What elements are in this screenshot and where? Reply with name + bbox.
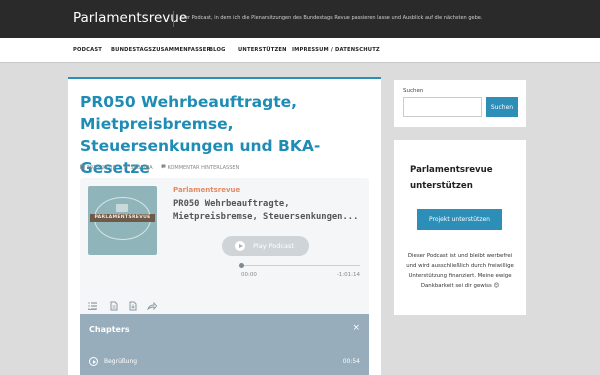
chapter-time: 00:54 — [342, 358, 360, 365]
post-meta: 2025-06-09 SABRINA KOMMENTAR HINTERLASSE… — [80, 164, 239, 171]
search-input[interactable] — [403, 97, 482, 117]
nav-item-bundestagszusammenfasser[interactable]: BUNDESTAGSZUSAMMENFASSER — [111, 47, 211, 53]
leave-comment-link[interactable]: KOMMENTAR HINTERLASSEN — [167, 165, 239, 171]
share-icon[interactable] — [147, 296, 158, 311]
episode-cover: PARLAMENTSREVUE — [88, 186, 157, 255]
support-text: Dieser Podcast ist und bleibt werbefrei … — [406, 253, 514, 289]
search-button[interactable]: Suchen — [486, 97, 518, 117]
post-author[interactable]: SABRINA — [130, 165, 152, 171]
header-divider — [173, 11, 174, 27]
close-icon[interactable]: × — [352, 323, 360, 333]
show-name: Parlamentsrevue — [173, 186, 241, 194]
chapter-title: Begrüßung — [104, 358, 138, 365]
post-article: PR050 Wehrbeauftragte, Mietpreisbremse, … — [68, 77, 381, 375]
active-tab-indicator — [88, 309, 96, 310]
transcript-icon[interactable] — [109, 296, 119, 311]
support-title: Parlamentsrevue unterstützen — [410, 165, 493, 191]
nav-item-podcast[interactable]: PODCAST — [73, 47, 102, 53]
cover-cupola — [116, 204, 128, 212]
cover-logo-text: PARLAMENTSREVUE — [94, 215, 151, 220]
site-title[interactable]: Parlamentsrevue — [73, 10, 187, 26]
chapters-panel: Chapters × Begrüßung 00:54 — [80, 314, 369, 375]
play-label: Play Podcast — [253, 242, 294, 250]
search-label: Suchen — [403, 88, 424, 94]
progress-bar[interactable] — [239, 263, 360, 268]
play-button[interactable]: Play Podcast — [222, 236, 309, 256]
site-header: Parlamentsrevue Der Podcast, in dem ich … — [0, 0, 600, 38]
time-current: 00:00 — [241, 272, 257, 278]
chapter-row[interactable]: Begrüßung 00:54 — [89, 356, 360, 370]
support-project-button[interactable]: Projekt unterstützen — [417, 209, 502, 230]
nav-item-unterstuetzen[interactable]: UNTERSTÜTZEN — [238, 47, 287, 53]
pencil-icon — [124, 164, 129, 171]
support-widget: Parlamentsrevue unterstützen Projekt unt… — [394, 140, 526, 315]
chapters-list-icon[interactable] — [88, 296, 98, 310]
time-remaining: -1:01:14 — [336, 272, 360, 278]
post-date: 2025-06-09 — [86, 165, 116, 171]
calendar-icon — [80, 164, 85, 171]
site-description: Der Podcast, in dem ich die Plenarsitzun… — [181, 15, 483, 21]
chapters-title: Chapters — [89, 325, 130, 334]
progress-handle[interactable] — [239, 263, 244, 268]
chapter-play-icon — [89, 357, 98, 366]
comment-icon — [161, 164, 166, 171]
play-icon — [235, 241, 245, 251]
episode-title: PR050 Wehrbeauftragte, Mietpreisbremse, … — [173, 199, 359, 222]
main-nav: PODCAST BUNDESTAGSZUSAMMENFASSER BLOG UN… — [0, 38, 600, 63]
nav-item-blog[interactable]: BLOG — [209, 47, 226, 53]
podcast-player: PARLAMENTSREVUE Parlamentsrevue PR050 We… — [80, 178, 369, 375]
nav-item-impressum[interactable]: IMPRESSUM / DATENSCHUTZ — [292, 47, 380, 53]
search-widget: Suchen Suchen — [394, 80, 526, 127]
download-icon[interactable] — [128, 296, 138, 311]
